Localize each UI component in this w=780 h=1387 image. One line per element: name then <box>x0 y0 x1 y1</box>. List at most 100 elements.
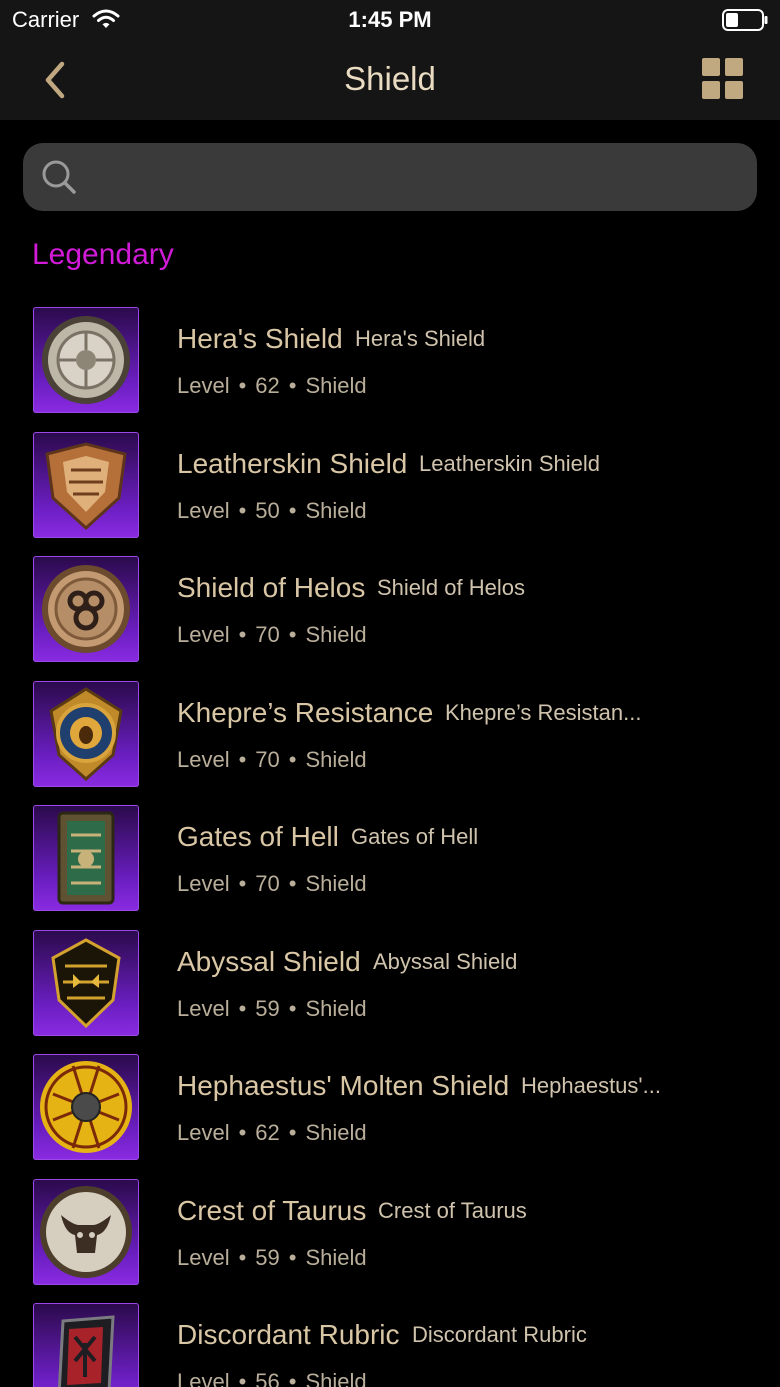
separator: • <box>288 871 297 896</box>
search-icon <box>39 157 79 202</box>
nav-bar: Shield <box>0 40 780 120</box>
rune-shield-icon <box>33 1303 139 1387</box>
level-value: 70 <box>255 622 280 647</box>
item-name: Hera's Shield <box>177 323 343 354</box>
item-meta: Level • 59 • Shield <box>177 996 367 1022</box>
level-label: Level <box>177 373 230 398</box>
separator: • <box>238 497 247 523</box>
item-subtitle: Leatherskin Shield <box>419 450 601 476</box>
level-label: Level <box>177 995 230 1021</box>
item-meta: Level • 62 • Shield <box>177 1120 367 1146</box>
round-silver-shield-icon <box>33 307 139 413</box>
list-item[interactable]: Khepre’s Resistance Khepre’s Resistan...… <box>0 680 780 805</box>
level-label: Level <box>177 1369 230 1387</box>
list-item[interactable]: Discordant Rubric Discordant Rubric Leve… <box>0 1302 780 1387</box>
search-input[interactable] <box>93 143 737 213</box>
level-label: Level <box>177 746 230 772</box>
level-value: 70 <box>255 746 280 772</box>
level-label: Level <box>177 622 230 647</box>
screen: Carrier 1:45 PM Shield Legendary Hera's … <box>0 0 780 1387</box>
leather-shield-icon <box>33 431 139 538</box>
separator: • <box>288 1369 297 1387</box>
separator: • <box>288 1244 297 1270</box>
item-meta: Level • 50 • Shield <box>177 498 367 524</box>
separator: • <box>288 995 297 1021</box>
list-item[interactable]: Gates of Hell Gates of Hell Level • 70 • Shi… <box>0 804 780 929</box>
item-meta: Level • 59 • Shield <box>177 1245 367 1271</box>
item-meta: Level • 56 • Shield <box>177 1369 367 1387</box>
separator: • <box>288 746 297 772</box>
battery-icon <box>722 9 768 36</box>
item-meta: Level • 70 • Shield <box>177 747 367 773</box>
item-subtitle: Hera's Shield <box>355 326 486 351</box>
item-type: Shield <box>305 1369 367 1387</box>
level-label: Level <box>177 497 230 523</box>
separator: • <box>238 1120 247 1145</box>
separator: • <box>238 622 247 647</box>
page-title: Shield <box>344 60 436 97</box>
level-label: Level <box>177 1120 230 1145</box>
item-name: Discordant Rubric <box>177 1319 400 1350</box>
item-type: Shield <box>305 871 367 896</box>
section-header-legendary: Legendary <box>32 238 174 271</box>
item-type: Shield <box>305 622 367 647</box>
separator: • <box>288 622 297 647</box>
item-name: Shield of Helos <box>177 572 366 603</box>
dark-demon-shield-icon <box>33 929 139 1036</box>
item-subtitle: Gates of Hell <box>351 824 479 849</box>
item-type: Shield <box>305 995 367 1021</box>
scarab-shield-icon <box>33 680 139 787</box>
list-item[interactable]: Hephaestus' Molten Shield Hephaestus'...… <box>0 1053 780 1178</box>
status-bar: Carrier 1:45 PM <box>0 0 780 40</box>
item-subtitle: Abyssal Shield <box>373 948 518 974</box>
item-subtitle: Shield of Helos <box>377 575 525 600</box>
item-type: Shield <box>305 746 367 772</box>
list-item[interactable]: Leatherskin Shield Leatherskin Shield Le… <box>0 431 780 556</box>
tower-shield-icon <box>33 805 139 911</box>
level-label: Level <box>177 871 230 896</box>
item-subtitle: Khepre’s Resistan... <box>445 699 642 725</box>
search-bar[interactable] <box>23 143 757 213</box>
item-name: Abyssal Shield <box>177 945 361 977</box>
separator: • <box>288 373 297 398</box>
list-item[interactable]: Abyssal Shield Abyssal Shield Level • 59 • S… <box>0 929 780 1054</box>
grid-view-button[interactable] <box>702 58 744 100</box>
separator: • <box>238 1369 247 1387</box>
level-value: 70 <box>255 871 280 896</box>
list-item[interactable]: Hera's Shield Hera's Shield Level • 62 • Shi… <box>0 306 780 431</box>
item-type: Shield <box>305 1120 367 1145</box>
item-type: Shield <box>305 1244 367 1270</box>
level-value: 62 <box>255 373 280 398</box>
separator: • <box>238 995 247 1021</box>
item-type: Shield <box>305 373 367 398</box>
item-subtitle: Discordant Rubric <box>412 1322 587 1347</box>
separator: • <box>288 497 297 523</box>
level-value: 59 <box>255 995 280 1021</box>
item-subtitle: Hephaestus'... <box>521 1073 661 1098</box>
item-list: Hera's Shield Hera's Shield Level • 62 • Shi… <box>0 306 780 1387</box>
separator: • <box>238 1244 247 1270</box>
list-item[interactable]: Shield of Helos Shield of Helos Level • 70… <box>0 555 780 680</box>
level-value: 59 <box>255 1244 280 1270</box>
item-name: Gates of Hell <box>177 821 339 852</box>
item-name: Khepre’s Resistance <box>177 696 434 728</box>
list-item[interactable]: Crest of Taurus Crest of Taurus Level • 59… <box>0 1178 780 1303</box>
separator: • <box>238 871 247 896</box>
bronze-round-shield-icon <box>33 556 139 662</box>
item-type: Shield <box>305 497 367 523</box>
item-name: Hephaestus' Molten Shield <box>177 1070 510 1101</box>
item-meta: Level • 70 • Shield <box>177 871 367 897</box>
separator: • <box>288 1120 297 1145</box>
item-meta: Level • 70 • Shield <box>177 622 367 648</box>
separator: • <box>238 746 247 772</box>
level-value: 62 <box>255 1120 280 1145</box>
separator: • <box>238 373 247 398</box>
level-value: 50 <box>255 497 280 523</box>
item-name: Crest of Taurus <box>177 1194 367 1226</box>
item-subtitle: Crest of Taurus <box>378 1197 527 1223</box>
molten-shield-icon <box>33 1054 139 1160</box>
clock: 1:45 PM <box>348 7 432 32</box>
item-meta: Level • 62 • Shield <box>177 373 367 399</box>
level-label: Level <box>177 1244 230 1270</box>
level-value: 56 <box>255 1369 280 1387</box>
